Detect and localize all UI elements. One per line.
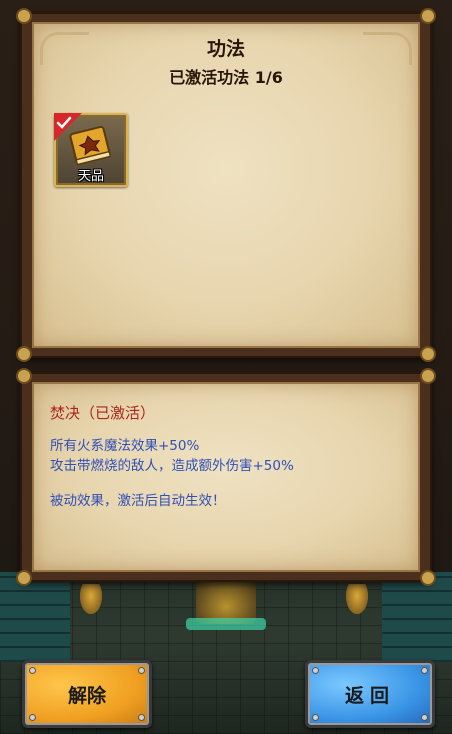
skill-name: 焚决（已激活） (50, 404, 156, 422)
skill-grade-label: 天品 (77, 169, 104, 184)
lamp-icon (80, 584, 102, 614)
return-label: 返回 (344, 684, 395, 707)
corner-rivet (420, 368, 436, 384)
corner-rivet (16, 368, 32, 384)
unequip-label: 解除 (67, 684, 106, 707)
button-rivet (312, 667, 319, 674)
button-rivet (421, 667, 428, 674)
lamp-icon (346, 584, 368, 614)
corner-rivet (420, 570, 436, 586)
altar-glow (186, 618, 266, 630)
skill-effect-line: 所有火系魔法效果+50% (50, 438, 200, 454)
page-title: 功法 (206, 38, 245, 60)
button-rivet (312, 714, 319, 721)
activated-count: 已激活功法 1/6 (169, 68, 283, 87)
right-wall (382, 572, 452, 662)
activated-check-icon (54, 113, 82, 141)
button-rivet (421, 714, 428, 721)
corner-rivet (420, 346, 436, 362)
corner-rivet (16, 346, 32, 362)
button-rivet (29, 667, 36, 674)
button-rivet (138, 714, 145, 721)
skill-effect-line: 攻击带燃烧的敌人，造成额外伤害+50% (50, 458, 294, 474)
corner-rivet (420, 8, 436, 24)
corner-rivet (16, 570, 32, 586)
skill-passive-note: 被动效果，激活后自动生效！ (50, 493, 226, 509)
button-rivet (29, 714, 36, 721)
return-button[interactable]: 返回 (305, 660, 435, 728)
button-rivet (138, 667, 145, 674)
corner-rivet (16, 8, 32, 24)
left-wall (0, 572, 70, 662)
unequip-button[interactable]: 解除 (22, 660, 152, 728)
skill-slot[interactable]: 天品 (54, 113, 128, 187)
